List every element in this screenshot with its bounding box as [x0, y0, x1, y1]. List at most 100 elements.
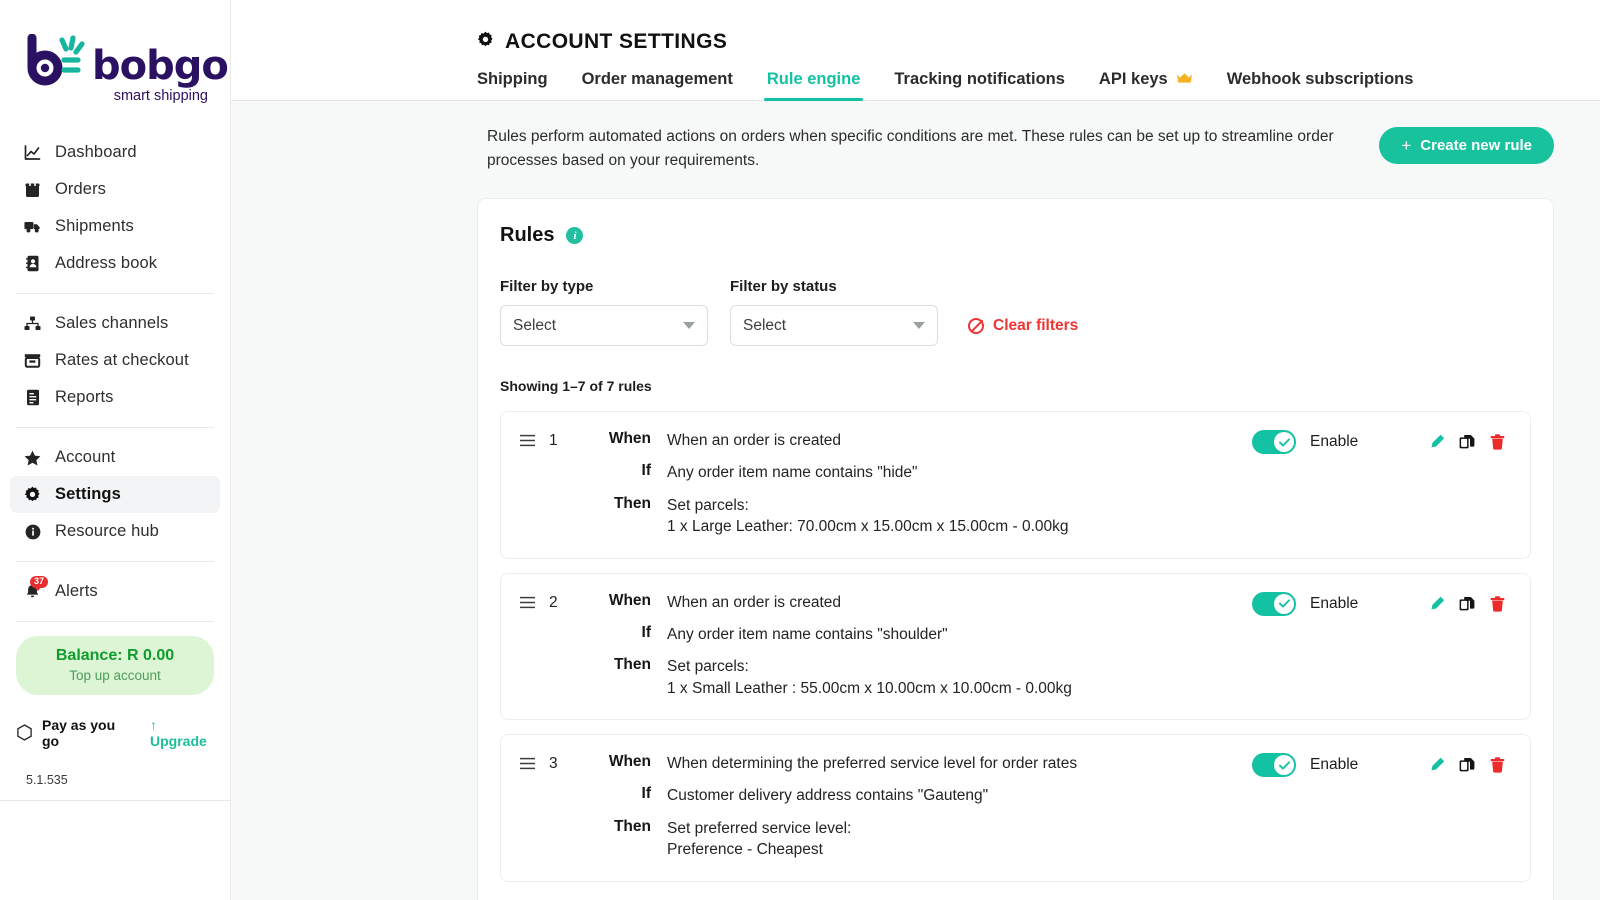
sidebar-item-rates-at-checkout[interactable]: Rates at checkout: [10, 342, 220, 379]
sidebar-item-label: Dashboard: [55, 144, 137, 161]
duplicate-icon[interactable]: [1452, 434, 1482, 450]
rule-number: 3: [549, 753, 595, 773]
bell-icon: 37: [24, 583, 41, 600]
rule-then-detail: 1 x Small Leather : 55.00cm x 10.00cm x …: [667, 678, 1072, 699]
sidebar-item-account[interactable]: Account: [10, 439, 220, 476]
alerts-badge: 37: [30, 576, 48, 588]
showing-count: Showing 1–7 of 7 rules: [500, 378, 1531, 394]
rule-when-keyword: When: [595, 592, 667, 610]
rule-then-detail: 1 x Large Leather: 70.00cm x 15.00cm x 1…: [667, 516, 1069, 537]
info-icon[interactable]: i: [566, 227, 583, 244]
rule-when-line: When When determining the preferred serv…: [595, 753, 1252, 774]
tab-label: Webhook subscriptions: [1227, 70, 1414, 89]
info-circle-icon: [24, 523, 41, 540]
duplicate-icon[interactable]: [1452, 757, 1482, 773]
filter-by-status-select[interactable]: Select: [730, 305, 938, 346]
create-new-rule-button[interactable]: + Create new rule: [1379, 127, 1554, 164]
tab-shipping[interactable]: Shipping: [477, 70, 565, 100]
edit-icon[interactable]: [1422, 434, 1452, 450]
sidebar-divider: [16, 293, 214, 294]
nav-group-4: 37 Alerts: [0, 573, 230, 610]
rule-then-line: Then Set parcels: 1 x Small Leather : 55…: [595, 656, 1252, 699]
filter-by-type-label: Filter by type: [500, 278, 708, 295]
duplicate-icon[interactable]: [1452, 596, 1482, 612]
rule-when-keyword: When: [595, 753, 667, 771]
brand-logo[interactable]: bobgo smart shipping: [0, 18, 230, 110]
delete-icon[interactable]: [1482, 757, 1512, 773]
balance-card[interactable]: Balance: R 0.00 Top up account: [16, 636, 214, 695]
delete-icon[interactable]: [1482, 596, 1512, 612]
table-row[interactable]: 2 When When an order is created If Any o…: [500, 573, 1531, 721]
filter-by-type-value: Select: [513, 317, 556, 335]
tab-rule-engine[interactable]: Rule engine: [750, 70, 878, 100]
tab-tracking-notifications[interactable]: Tracking notifications: [877, 70, 1082, 100]
intro-text: Rules perform automated actions on order…: [487, 125, 1359, 173]
clear-filters-button[interactable]: Clear filters: [968, 305, 1078, 346]
filter-by-status-field: Filter by status Select: [730, 278, 938, 346]
main-content: ACCOUNT SETTINGS Shipping Order manageme…: [231, 0, 1600, 900]
rule-if-keyword: If: [595, 785, 667, 803]
table-row[interactable]: 3 When When determining the preferred se…: [500, 734, 1531, 882]
no-entry-icon: [968, 318, 984, 334]
tab-label: Rule engine: [767, 70, 861, 89]
sidebar-item-shipments[interactable]: Shipments: [10, 208, 220, 245]
tab-order-management[interactable]: Order management: [565, 70, 750, 100]
sidebar-item-label: Address book: [55, 255, 157, 272]
app-version: 5.1.535: [26, 773, 230, 787]
sidebar-item-settings[interactable]: Settings: [10, 476, 220, 513]
rule-if-value: Any order item name contains "hide": [667, 462, 918, 483]
rule-then-line: Then Set preferred service level: Prefer…: [595, 818, 1252, 861]
drag-handle-icon[interactable]: [519, 753, 549, 775]
tab-api-keys[interactable]: API keys: [1082, 70, 1210, 100]
sidebar-item-dashboard[interactable]: Dashboard: [10, 134, 220, 171]
rule-controls: Enable: [1252, 592, 1512, 616]
sidebar-item-sales-channels[interactable]: Sales channels: [10, 305, 220, 342]
rule-then-keyword: Then: [595, 495, 667, 513]
sidebar-item-label: Orders: [55, 181, 106, 198]
table-row[interactable]: 1 When When an order is created If Any o…: [500, 411, 1531, 559]
sidebar-divider: [16, 621, 214, 622]
star-icon: [24, 449, 41, 466]
upgrade-link[interactable]: ↑ Upgrade: [150, 717, 214, 749]
drag-handle-icon[interactable]: [519, 430, 549, 452]
enable-toggle[interactable]: [1252, 753, 1296, 777]
orders-icon: [24, 181, 41, 198]
gear-icon: [24, 486, 41, 503]
truck-icon: [24, 218, 41, 235]
delete-icon[interactable]: [1482, 434, 1512, 450]
rule-when-line: When When an order is created: [595, 430, 1252, 451]
rule-when-value: When determining the preferred service l…: [667, 753, 1077, 774]
edit-icon[interactable]: [1422, 596, 1452, 612]
rule-if-value: Customer delivery address contains "Gaut…: [667, 785, 988, 806]
sidebar-item-address-book[interactable]: Address book: [10, 245, 220, 282]
plus-icon: +: [1401, 137, 1411, 154]
rule-number: 2: [549, 592, 595, 612]
enable-toggle[interactable]: [1252, 430, 1296, 454]
tab-label: Order management: [582, 70, 733, 89]
sidebar-item-reports[interactable]: Reports: [10, 379, 220, 416]
rule-controls: Enable: [1252, 753, 1512, 777]
filter-by-type-select[interactable]: Select: [500, 305, 708, 346]
sidebar-item-resource-hub[interactable]: Resource hub: [10, 513, 220, 550]
balance-amount: Balance: R 0.00: [26, 647, 204, 665]
drag-handle-icon[interactable]: [519, 592, 549, 614]
sidebar-item-alerts[interactable]: 37 Alerts: [10, 573, 220, 610]
rule-if-line: If Customer delivery address contains "G…: [595, 785, 1252, 806]
enable-toggle-label: Enable: [1310, 433, 1422, 451]
brand-tagline: smart shipping: [26, 88, 230, 104]
hexagon-icon: [16, 724, 33, 742]
enable-toggle[interactable]: [1252, 592, 1296, 616]
brand-name: bobgo: [92, 46, 228, 86]
rule-if-line: If Any order item name contains "shoulde…: [595, 624, 1252, 645]
rules-card-header: Rules i: [500, 224, 1531, 247]
gear-icon: [477, 30, 494, 54]
edit-icon[interactable]: [1422, 757, 1452, 773]
top-up-account-link[interactable]: Top up account: [26, 668, 204, 683]
sidebar-item-label: Sales channels: [55, 315, 168, 332]
page-title: ACCOUNT SETTINGS: [231, 30, 1600, 54]
tab-webhook-subscriptions[interactable]: Webhook subscriptions: [1210, 70, 1431, 100]
create-new-rule-label: Create new rule: [1420, 137, 1532, 154]
filter-by-status-label: Filter by status: [730, 278, 938, 295]
sidebar-item-orders[interactable]: Orders: [10, 171, 220, 208]
address-book-icon: [24, 255, 41, 272]
